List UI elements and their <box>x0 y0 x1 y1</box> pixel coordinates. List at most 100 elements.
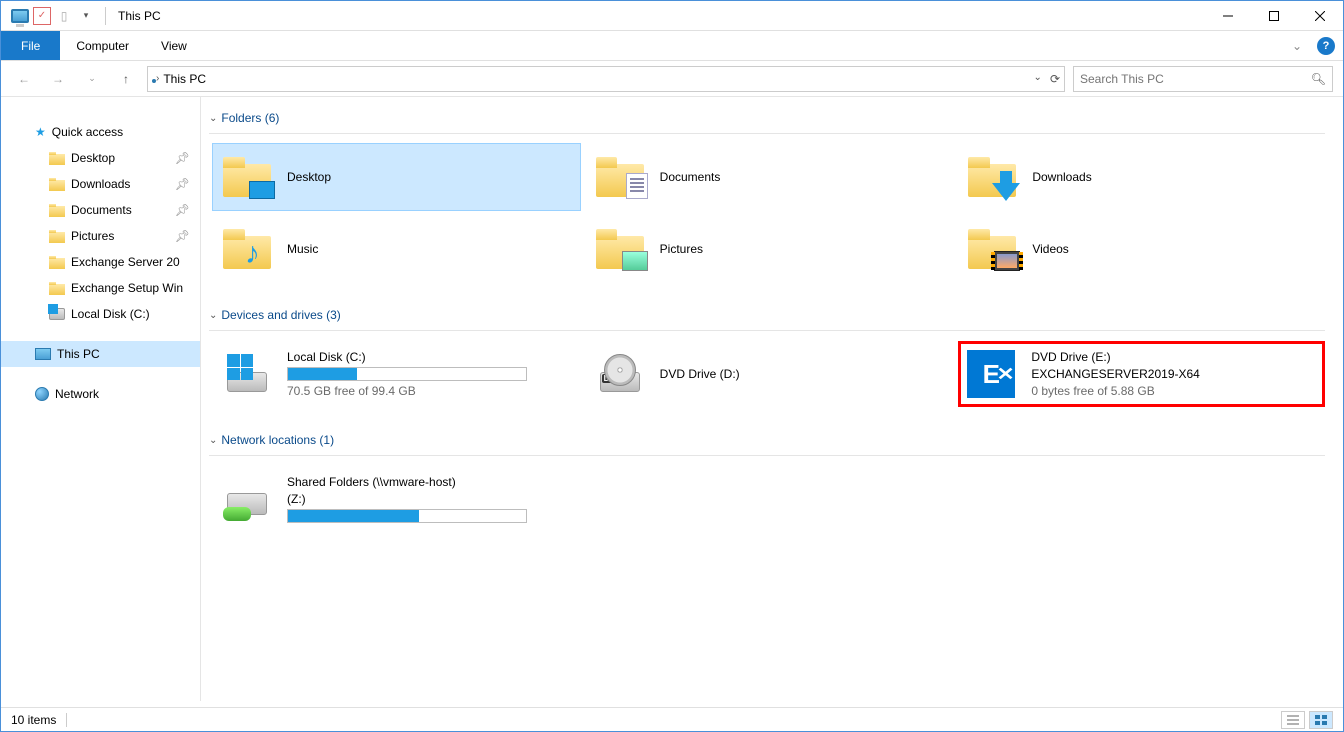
sidebar-item-label: Desktop <box>71 151 115 165</box>
tile-pictures[interactable]: Pictures <box>586 216 953 282</box>
group-header-label: Folders (6) <box>221 111 279 125</box>
titlebar: ✓ ▯ ▾ This PC <box>1 1 1343 31</box>
tab-view[interactable]: View <box>145 31 203 60</box>
usage-bar <box>287 367 527 381</box>
tile-dvd-e-exchange[interactable]: E DVD Drive (E:) EXCHANGESERVER2019-X64 … <box>958 341 1325 407</box>
refresh-button[interactable]: ⟳ <box>1050 72 1060 86</box>
breadcrumb-this-pc[interactable]: This PC <box>163 72 206 86</box>
hdd-icon <box>221 348 273 400</box>
music-folder-icon <box>221 223 273 275</box>
window-controls <box>1205 1 1343 30</box>
address-bar[interactable]: › This PC ⌄ ⟳ <box>147 66 1065 92</box>
address-dropdown-icon[interactable]: ⌄ <box>1034 72 1042 86</box>
ribbon-expand-icon[interactable]: ⌄ <box>1287 39 1307 53</box>
sidebar-item-network[interactable]: Network <box>1 381 200 407</box>
folder-icon <box>49 178 65 191</box>
forward-button[interactable]: → <box>45 66 71 92</box>
folder-icon <box>49 152 65 165</box>
tile-shared-folders-z[interactable]: Shared Folders (\\vmware-host) (Z:) <box>213 466 580 532</box>
quick-access-label: Quick access <box>52 125 123 139</box>
sidebar-item-local-disk-c[interactable]: Local Disk (C:) <box>1 301 200 327</box>
tile-label: Local Disk (C:) <box>287 350 572 364</box>
group-header-label: Network locations (1) <box>221 433 334 447</box>
drive-icon <box>49 308 65 320</box>
up-button[interactable]: ↑ <box>113 66 139 92</box>
network-drive-icon <box>221 473 273 525</box>
tile-desktop[interactable]: Desktop <box>213 144 580 210</box>
group-header-network[interactable]: ⌄ Network locations (1) <box>209 427 1325 456</box>
chevron-down-icon: ⌄ <box>209 113 217 124</box>
chevron-down-icon: ⌄ <box>209 310 217 321</box>
tab-file[interactable]: File <box>1 31 60 60</box>
tile-label: Shared Folders (\\vmware-host) <box>287 475 572 489</box>
qat-checklist-icon[interactable]: ✓ <box>33 7 51 25</box>
sidebar-item-desktop[interactable]: Desktop 📌︎ <box>1 145 200 171</box>
maximize-button[interactable] <box>1251 1 1297 30</box>
qat-document-icon[interactable]: ▯ <box>55 7 73 25</box>
tile-subtext: 70.5 GB free of 99.4 GB <box>287 384 572 398</box>
view-details-button[interactable] <box>1281 711 1305 729</box>
search-input[interactable] <box>1080 72 1311 86</box>
network-icon <box>35 387 49 401</box>
minimize-button[interactable] <box>1205 1 1251 30</box>
tile-label: Pictures <box>660 242 945 256</box>
sidebar-item-this-pc[interactable]: This PC <box>1 341 200 367</box>
divider <box>105 7 106 25</box>
tile-subtext: 0 bytes free of 5.88 GB <box>1031 384 1318 398</box>
sidebar-item-exchange-server[interactable]: Exchange Server 20 <box>1 249 200 275</box>
sidebar-item-label: Exchange Setup Win <box>71 281 183 295</box>
sidebar-item-pictures[interactable]: Pictures 📌︎ <box>1 223 200 249</box>
search-box[interactable]: 🔍︎ <box>1073 66 1333 92</box>
tile-label: Documents <box>660 170 945 184</box>
window-title: This PC <box>118 9 161 23</box>
tile-dvd-d[interactable]: DVD DVD Drive (D:) <box>586 341 953 407</box>
sidebar-item-label: Documents <box>71 203 132 217</box>
tile-downloads[interactable]: Downloads <box>958 144 1325 210</box>
tile-label: Desktop <box>287 170 572 184</box>
this-pc-icon <box>11 7 29 25</box>
documents-folder-icon <box>594 151 646 203</box>
tile-music[interactable]: Music <box>213 216 580 282</box>
sidebar: ★ Quick access Desktop 📌︎ Downloads 📌︎ D… <box>1 97 201 701</box>
desktop-folder-icon <box>221 151 273 203</box>
this-pc-icon <box>35 348 51 360</box>
sidebar-item-documents[interactable]: Documents 📌︎ <box>1 197 200 223</box>
sidebar-quick-access[interactable]: ★ Quick access <box>1 119 200 145</box>
videos-folder-icon <box>966 223 1018 275</box>
tile-label: Music <box>287 242 572 256</box>
status-text: 10 items <box>11 713 56 727</box>
search-icon[interactable]: 🔍︎ <box>1311 72 1326 86</box>
tile-documents[interactable]: Documents <box>586 144 953 210</box>
content-pane: ⌄ Folders (6) Desktop Documents Downlo <box>201 97 1343 701</box>
sidebar-item-downloads[interactable]: Downloads 📌︎ <box>1 171 200 197</box>
qat-dropdown-icon[interactable]: ▾ <box>77 7 95 25</box>
tile-label-2: (Z:) <box>287 492 572 506</box>
status-bar: 10 items <box>1 707 1343 731</box>
folder-icon <box>49 282 65 295</box>
help-button[interactable]: ? <box>1317 37 1335 55</box>
dvd-icon: DVD <box>594 348 646 400</box>
quick-access-toolbar: ✓ ▯ ▾ <box>1 7 112 25</box>
tile-local-disk-c[interactable]: Local Disk (C:) 70.5 GB free of 99.4 GB <box>213 341 580 407</box>
back-button[interactable]: ← <box>11 66 37 92</box>
sidebar-item-label: Network <box>55 387 99 401</box>
sidebar-item-exchange-setup[interactable]: Exchange Setup Win <box>1 275 200 301</box>
tile-label: DVD Drive (E:) <box>1031 350 1318 364</box>
chevron-right-icon[interactable]: › <box>156 73 159 84</box>
pin-icon: 📌︎ <box>175 229 190 243</box>
chevron-down-icon: ⌄ <box>209 435 217 446</box>
sidebar-item-label: Pictures <box>71 229 114 243</box>
tile-label: DVD Drive (D:) <box>660 367 945 381</box>
close-button[interactable] <box>1297 1 1343 30</box>
tile-videos[interactable]: Videos <box>958 216 1325 282</box>
recent-locations-dropdown[interactable]: ⌄ <box>79 66 105 92</box>
group-header-drives[interactable]: ⌄ Devices and drives (3) <box>209 302 1325 331</box>
tile-label: Videos <box>1032 242 1317 256</box>
view-tiles-button[interactable] <box>1309 711 1333 729</box>
folder-icon <box>49 230 65 243</box>
group-header-folders[interactable]: ⌄ Folders (6) <box>209 105 1325 134</box>
sidebar-item-label: Exchange Server 20 <box>71 255 180 269</box>
pin-icon: 📌︎ <box>175 203 190 217</box>
tile-label: Downloads <box>1032 170 1317 184</box>
tab-computer[interactable]: Computer <box>60 31 145 60</box>
